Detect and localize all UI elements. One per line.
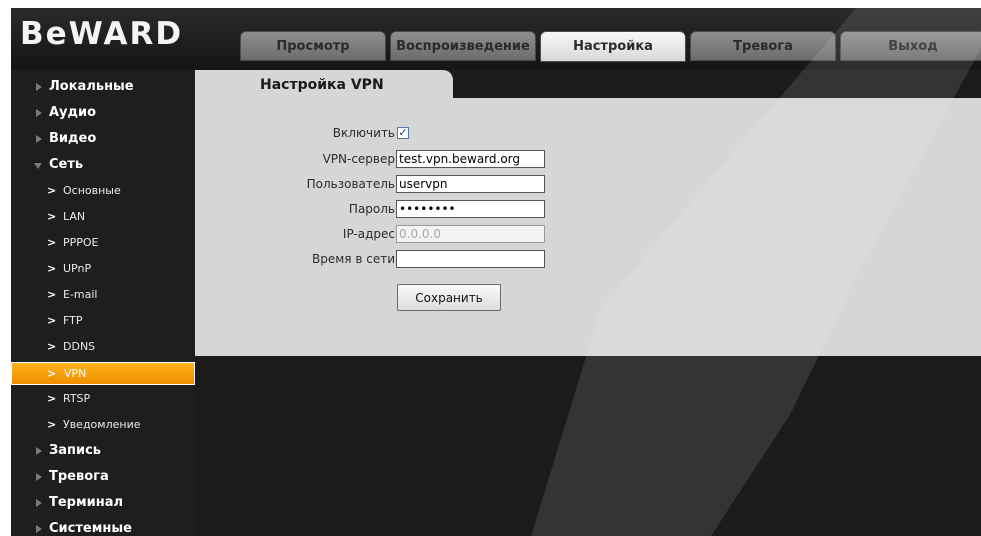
sidebar-item-vpn[interactable]: > VPN — [11, 362, 195, 385]
username-input[interactable] — [396, 175, 545, 193]
online-time-label: Время в сети — [312, 252, 395, 266]
chevron-right-icon: > — [47, 288, 57, 301]
password-row: Пароль — [195, 199, 981, 219]
vpn-server-input[interactable] — [396, 150, 545, 168]
sidebar-item-label: Системные — [49, 521, 132, 536]
online-time-input[interactable] — [396, 250, 545, 268]
password-input[interactable] — [396, 200, 545, 218]
chevron-right-icon: > — [47, 210, 57, 223]
ip-label: IP-адрес — [342, 227, 395, 241]
panel-header: Настройка VPN — [195, 70, 981, 98]
sidebar-item-upnp[interactable]: > UPnP — [11, 258, 195, 280]
chevron-right-icon: > — [47, 340, 57, 353]
sidebar-item-label: Основные — [63, 184, 121, 197]
sidebar-item-label: Тревога — [49, 469, 109, 484]
user-row: Пользователь — [195, 174, 981, 194]
chevron-right-icon: > — [47, 367, 57, 380]
sidebar-item-basic[interactable]: > Основные — [11, 180, 195, 202]
collapsed-triangle-icon — [36, 109, 42, 117]
sidebar-item-ftp[interactable]: > FTP — [11, 310, 195, 332]
tab-settings[interactable]: Настройка — [540, 31, 686, 62]
sidebar-item-system[interactable]: Системные — [11, 518, 195, 536]
logo: BeWARD — [20, 16, 184, 52]
chevron-right-icon: > — [47, 392, 57, 405]
online-time-row: Время в сети — [195, 249, 981, 269]
sidebar-item-label: VPN — [64, 367, 87, 380]
app-frame: BeWARD Просмотр Воспроизведение Настройк… — [11, 8, 981, 536]
sidebar-item-record[interactable]: Запись — [11, 440, 195, 462]
expanded-triangle-icon — [34, 163, 42, 169]
sidebar-item-label: UPnP — [63, 262, 92, 275]
collapsed-triangle-icon — [36, 499, 42, 507]
sidebar-item-audio[interactable]: Аудио — [11, 102, 195, 124]
sidebar-item-label: FTP — [63, 314, 83, 327]
sidebar-item-label: Видео — [49, 131, 97, 146]
tab-logout[interactable]: Выход — [840, 31, 981, 61]
sidebar-item-label: Уведомление — [63, 418, 141, 431]
sidebar-item-terminal[interactable]: Терминал — [11, 492, 195, 514]
sidebar-item-label: Аудио — [49, 105, 97, 120]
sidebar-item-label: Сеть — [49, 157, 84, 172]
password-label: Пароль — [348, 202, 395, 216]
header: BeWARD Просмотр Воспроизведение Настройк… — [11, 8, 981, 70]
tab-playback[interactable]: Воспроизведение — [390, 31, 536, 61]
user-label: Пользователь — [306, 177, 395, 191]
sidebar-item-email[interactable]: > E-mail — [11, 284, 195, 306]
sidebar-item-label: LAN — [63, 210, 86, 223]
vpn-settings-panel: Настройка VPN Включить ✓ VPN-сервер Поль… — [195, 70, 981, 356]
sidebar-item-lan[interactable]: > LAN — [11, 206, 195, 228]
enable-label: Включить — [332, 126, 395, 140]
enable-row: Включить ✓ — [195, 123, 981, 143]
ip-address-input — [396, 225, 545, 243]
tab-alarm[interactable]: Тревога — [690, 31, 836, 61]
chevron-right-icon: > — [47, 314, 57, 327]
sidebar-item-label: DDNS — [63, 340, 96, 353]
panel-title-tab: Настройка VPN — [195, 70, 453, 98]
sidebar: Локальные Аудио Видео Сеть > Основные > LA… — [11, 70, 195, 536]
save-button[interactable]: Сохранить — [397, 284, 501, 311]
collapsed-triangle-icon — [36, 135, 42, 143]
ip-row: IP-адрес — [195, 224, 981, 244]
tab-preview[interactable]: Просмотр — [240, 31, 386, 61]
collapsed-triangle-icon — [36, 473, 42, 481]
collapsed-triangle-icon — [36, 525, 42, 533]
sidebar-item-local[interactable]: Локальные — [11, 76, 195, 98]
sidebar-item-rtsp[interactable]: > RTSP — [11, 388, 195, 410]
sidebar-item-label: E-mail — [63, 288, 98, 301]
server-label: VPN-сервер — [322, 152, 395, 166]
sidebar-item-label: PPPOE — [63, 236, 99, 249]
collapsed-triangle-icon — [36, 83, 42, 91]
sidebar-item-alarm[interactable]: Тревога — [11, 466, 195, 488]
sidebar-item-pppoe[interactable]: > PPPOE — [11, 232, 195, 254]
sidebar-item-label: Локальные — [49, 79, 134, 94]
sidebar-item-notification[interactable]: > Уведомление — [11, 414, 195, 436]
sidebar-item-label: RTSP — [63, 392, 91, 405]
sidebar-item-video[interactable]: Видео — [11, 128, 195, 150]
sidebar-item-network[interactable]: Сеть — [11, 154, 195, 176]
chevron-right-icon: > — [47, 184, 57, 197]
sidebar-item-label: Терминал — [49, 495, 124, 510]
collapsed-triangle-icon — [36, 447, 42, 455]
sidebar-item-ddns[interactable]: > DDNS — [11, 336, 195, 358]
server-row: VPN-сервер — [195, 149, 981, 169]
panel-title: Настройка VPN — [260, 77, 384, 93]
sidebar-item-label: Запись — [49, 443, 102, 458]
enable-checkbox[interactable]: ✓ — [397, 127, 409, 139]
chevron-right-icon: > — [47, 418, 57, 431]
chevron-right-icon: > — [47, 262, 57, 275]
chevron-right-icon: > — [47, 236, 57, 249]
